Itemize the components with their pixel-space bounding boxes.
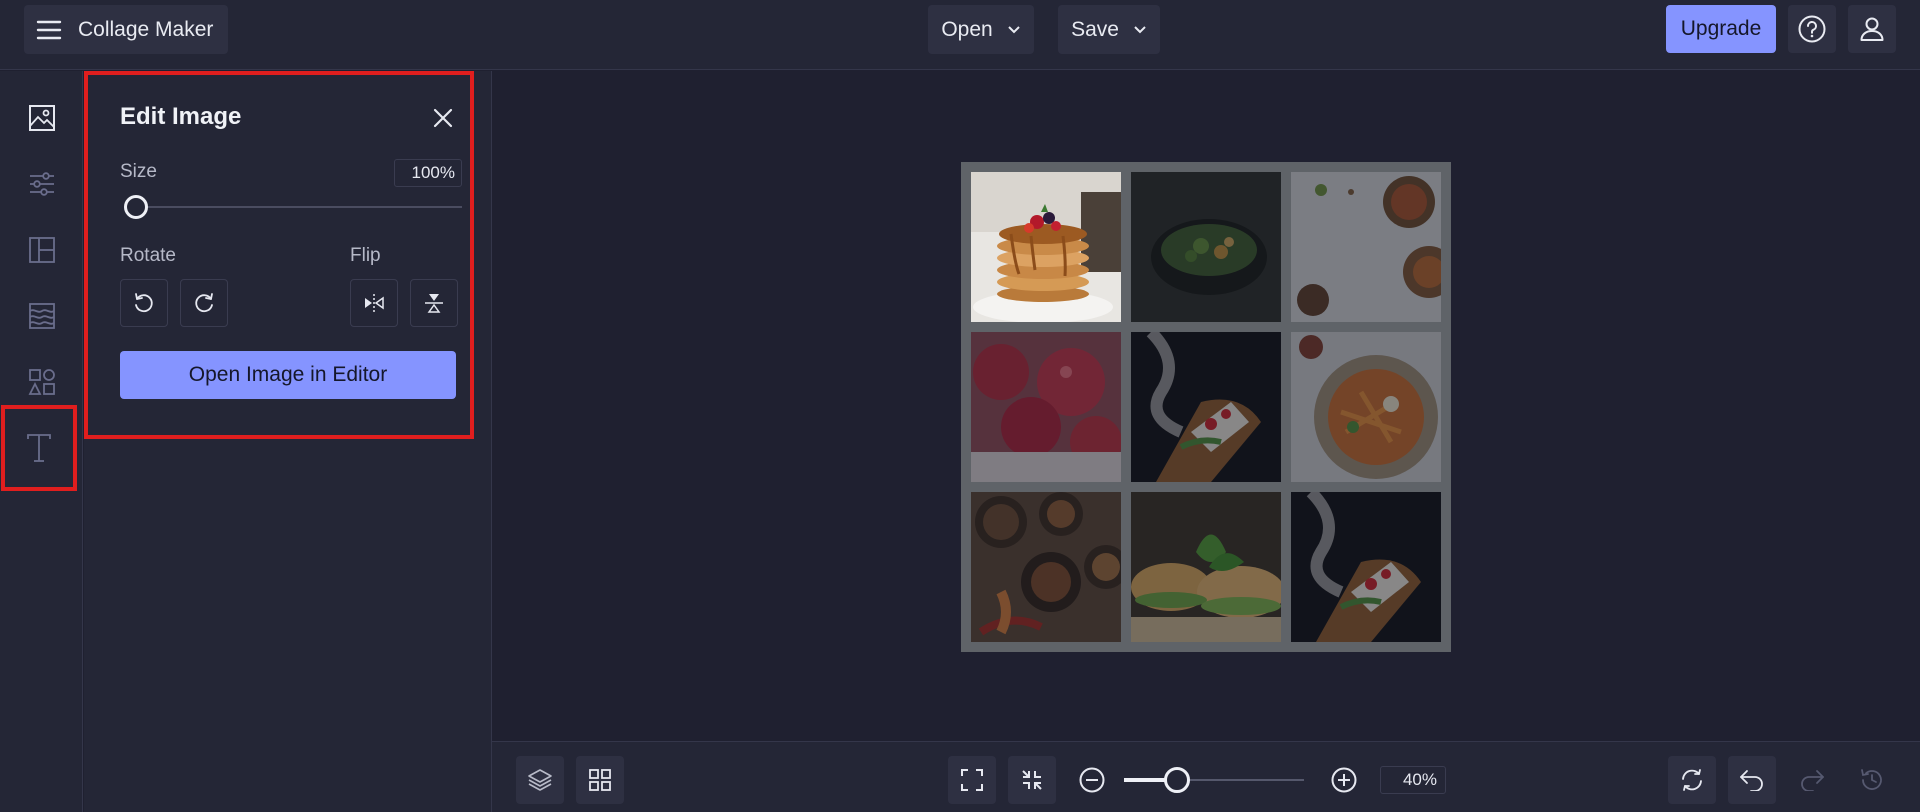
texture-icon [28,302,56,330]
cell-overlay [1131,332,1281,482]
collage-cell-sandwich-smoke[interactable] [1131,332,1281,482]
rail-item-adjustments[interactable] [0,151,83,217]
shapes-icon [28,368,56,396]
size-value-input[interactable]: 100% [394,159,462,187]
grid-icon [588,768,612,792]
collage-grid [961,162,1451,652]
redo-button[interactable] [1788,756,1836,804]
size-label: Size [120,161,157,182]
rail-item-layouts[interactable] [0,217,83,283]
flip-vertical-button[interactable] [410,279,458,327]
save-dropdown-button[interactable]: Save [1058,5,1160,54]
cell-overlay [971,492,1121,642]
text-icon [25,433,53,463]
rotate-left-button[interactable] [120,279,168,327]
zoom-in-icon [1330,766,1358,794]
flip-horizontal-button[interactable] [350,279,398,327]
rotate-right-button[interactable] [180,279,228,327]
zoom-in-button[interactable] [1330,766,1358,794]
open-label: Open [941,17,993,41]
size-slider-track[interactable] [134,206,462,208]
collage-cell-salad-bowl[interactable] [1131,172,1281,322]
adjustments-icon [28,170,56,198]
rotate-right-icon [192,291,216,315]
grid-view-button[interactable] [576,756,624,804]
layers-icon [527,767,553,793]
bottom-toolbar: 40% [492,741,1920,812]
edit-image-panel: Edit Image Size 100% Rotate Flip Open Im… [84,71,474,439]
app-menu-button[interactable]: Collage Maker [24,5,228,54]
app-title: Collage Maker [78,17,214,41]
account-button[interactable] [1848,5,1896,53]
close-button[interactable] [426,101,460,135]
top-bar: Collage Maker Open Save Upgrade [0,0,1920,70]
cell-overlay [1131,172,1281,322]
close-icon [432,107,454,129]
collage-cell-sandwich-smoke-2[interactable] [1291,492,1441,642]
shrink-icon [1020,768,1044,792]
flip-vertical-icon [422,291,446,315]
rail-item-text[interactable] [1,405,77,491]
collage-cell-flat-lay[interactable] [1291,172,1441,322]
fit-to-screen-button[interactable] [948,756,996,804]
zoom-value-input[interactable]: 40% [1380,766,1446,794]
cell-overlay [1131,492,1281,642]
collage-cell-red-berries[interactable] [971,332,1121,482]
rotate-left-icon [132,291,156,315]
panel-title: Edit Image [120,103,242,130]
help-button[interactable] [1788,5,1836,53]
collage-cell-burger-basil[interactable] [1131,492,1281,642]
undo-icon [1739,769,1765,791]
user-icon [1858,15,1886,43]
rotate-label: Rotate [120,245,176,266]
cell-overlay [1291,492,1441,642]
upgrade-button[interactable]: Upgrade [1666,5,1776,53]
canvas-area [492,71,1920,741]
zoom-out-button[interactable] [1078,766,1106,794]
actual-size-button[interactable] [1008,756,1056,804]
flip-label: Flip [350,245,381,266]
layout-icon [28,236,56,264]
undo-button[interactable] [1728,756,1776,804]
cell-overlay [1291,172,1441,322]
chevron-down-icon [1007,25,1021,35]
cell-overlay [971,332,1121,482]
history-icon [1859,767,1885,793]
collage-cell-pasta-plate[interactable] [1291,332,1441,482]
hamburger-menu-icon [36,19,62,41]
rail-item-images[interactable] [0,85,83,151]
open-dropdown-button[interactable]: Open [928,5,1034,54]
size-slider-handle[interactable] [124,195,148,219]
left-tool-rail [0,71,83,812]
flip-horizontal-icon [362,291,386,315]
collage-cell-spice-bowls[interactable] [971,492,1121,642]
expand-icon [960,768,984,792]
layers-button[interactable] [516,756,564,804]
zoom-slider-handle[interactable] [1164,767,1190,793]
swap-images-button[interactable] [1668,756,1716,804]
collage-cell-pancakes[interactable] [971,172,1121,322]
help-icon [1797,14,1827,44]
rail-item-backgrounds[interactable] [0,283,83,349]
save-label: Save [1071,17,1119,41]
redo-icon [1799,769,1825,791]
history-button[interactable] [1848,756,1896,804]
cell-overlay [1291,332,1441,482]
image-icon [28,104,56,132]
refresh-icon [1679,767,1705,793]
chevron-down-icon [1133,25,1147,35]
side-panel: Edit Image Size 100% Rotate Flip Open Im… [84,71,492,812]
zoom-out-icon [1078,766,1106,794]
open-image-in-editor-button[interactable]: Open Image in Editor [120,351,456,399]
